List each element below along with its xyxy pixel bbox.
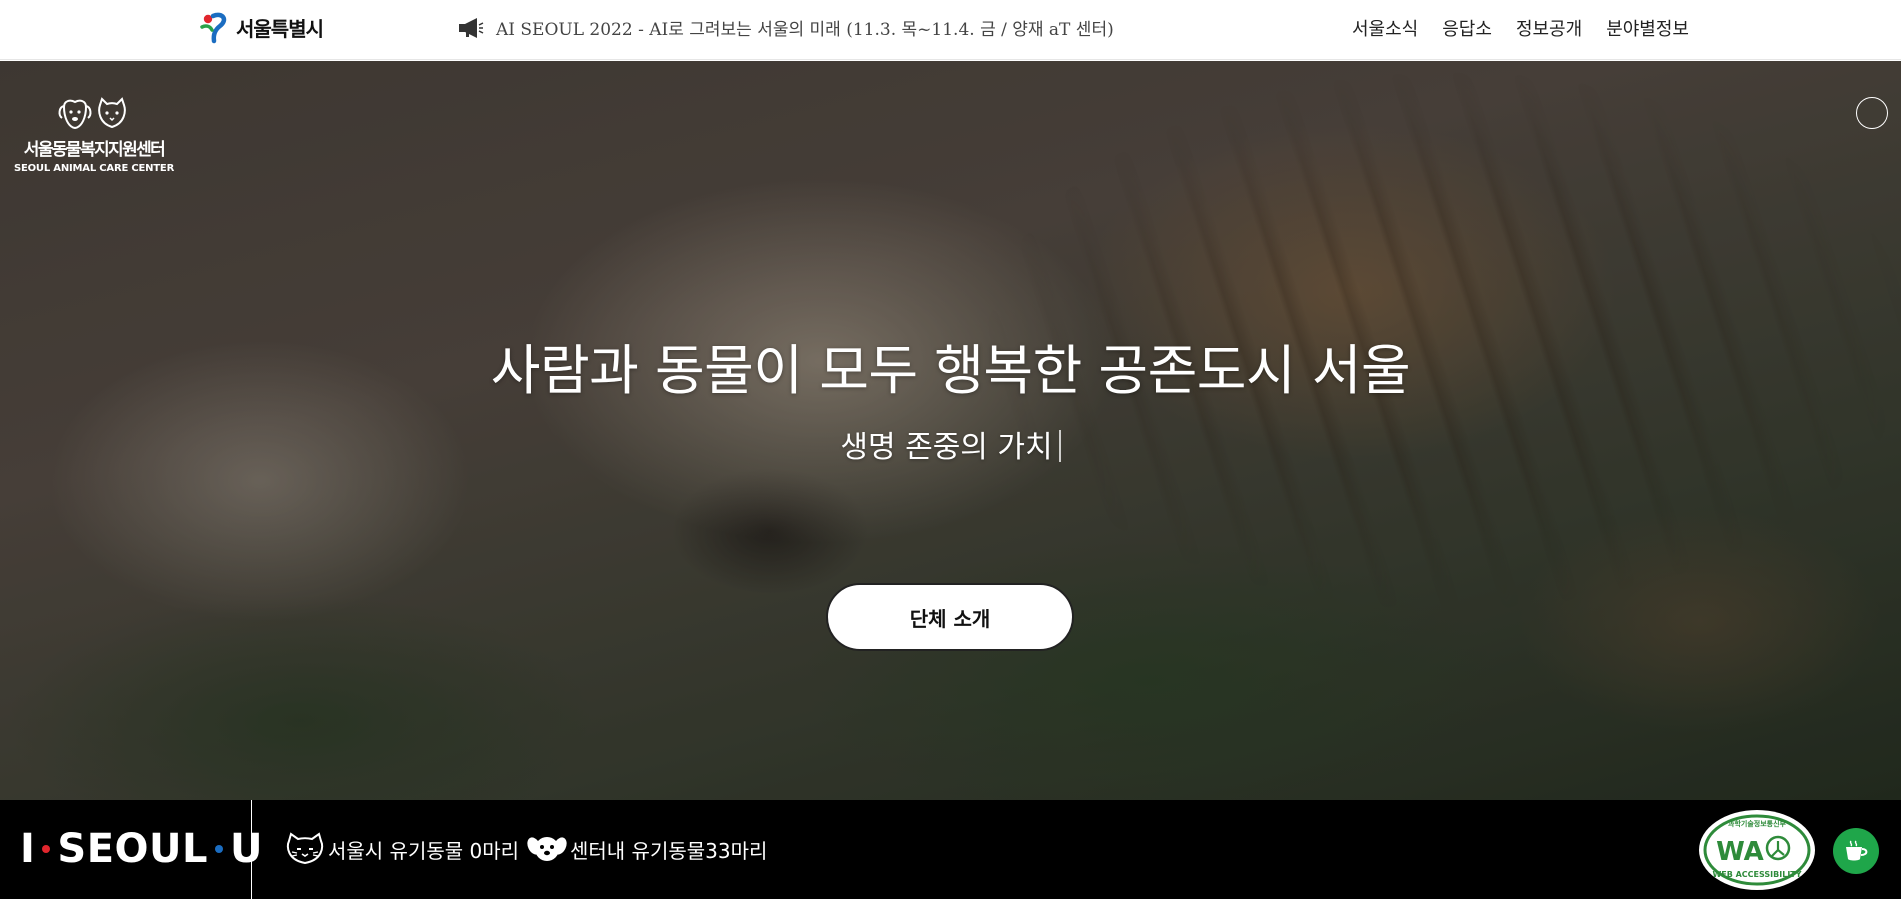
notice-banner[interactable]: AI SEOUL 2022 - AI로 그려보는 서울의 미래 (11.3. 목…	[458, 15, 1114, 40]
notice-text: AI SEOUL 2022 - AI로 그려보는 서울의 미래 (11.3. 목…	[496, 20, 1114, 40]
wa-top-text: 과학기술정보통신부	[1728, 819, 1787, 828]
typing-caret	[1058, 430, 1061, 462]
wa-mark: WA	[1716, 837, 1764, 867]
stat-center-label: 센터내 유기동물33마리	[570, 838, 768, 863]
i-seoul-u-logo[interactable]: I SEOUL U	[20, 826, 263, 872]
stat-seoul-stray-animals: 서울시 유기동물 0마리	[284, 832, 519, 866]
menu-toggle-button[interactable]	[1856, 97, 1888, 129]
center-name-en: SEOUL ANIMAL CARE CENTER	[14, 163, 175, 174]
cup-icon	[1846, 840, 1868, 861]
seoul-city-logo[interactable]: 서울특별시	[198, 10, 324, 44]
seoul-animal-care-center-logo[interactable]: 서울동물복지지원센터 SEOUL ANIMAL CARE CENTER	[14, 97, 174, 174]
dog-and-cat-icon	[58, 97, 126, 130]
brand-part-u: U	[230, 826, 263, 872]
seoul-symbol-icon	[200, 12, 227, 44]
hero-subtitle-wrap: 생명 존중의 가치	[0, 422, 1901, 466]
nav-info-disclosure[interactable]: 정보공개	[1516, 15, 1582, 41]
brand-red-dot	[42, 845, 51, 853]
footer-divider	[251, 800, 252, 899]
nav-eungdapso[interactable]: 응답소	[1442, 15, 1492, 41]
stat-seoul-label: 서울시 유기동물 0마리	[328, 838, 520, 863]
hero-section: 서울동물복지지원센터 SEOUL ANIMAL CARE CENTER 사람과 …	[0, 61, 1901, 800]
brand-part-i: I	[20, 826, 36, 872]
megaphone-icon	[459, 17, 484, 38]
center-name-ko: 서울동물복지지원센터	[23, 140, 166, 160]
organization-intro-button[interactable]: 단체 소개	[826, 583, 1074, 651]
brand-part-seoul: SEOUL	[57, 826, 208, 872]
web-accessibility-badge[interactable]: 과학기술정보통신부 WA WEB ACCESSIBILITY	[1696, 808, 1818, 892]
nav-field-info[interactable]: 분야별정보	[1606, 15, 1689, 41]
wa-bottom-text: WEB ACCESSIBILITY	[1712, 870, 1801, 879]
nav-seoul-news[interactable]: 서울소식	[1352, 15, 1418, 41]
bottom-bar: I SEOUL U 서울시 유기동물 0마리 센터내 유기동물33마리 과학기술…	[0, 800, 1901, 899]
stat-center-stray-animals: 센터내 유기동물33마리	[526, 832, 767, 866]
coffee-cup-button[interactable]	[1833, 828, 1879, 874]
dog-face-icon	[527, 837, 567, 861]
hero-title: 사람과 동물이 모두 행복한 공존도시 서울	[490, 339, 1411, 402]
brand-blue-dot	[215, 845, 223, 853]
cat-face-icon	[286, 832, 324, 865]
seoul-logo-text: 서울특별시	[236, 16, 324, 41]
top-bar: 서울특별시 AI SEOUL 2022 - AI로 그려보는 서울의 미래 (1…	[0, 0, 1901, 60]
hero-subtitle: 생명 존중의 가치	[840, 430, 1053, 465]
global-nav: 서울소식 응답소 정보공개 분야별정보	[1352, 15, 1689, 41]
